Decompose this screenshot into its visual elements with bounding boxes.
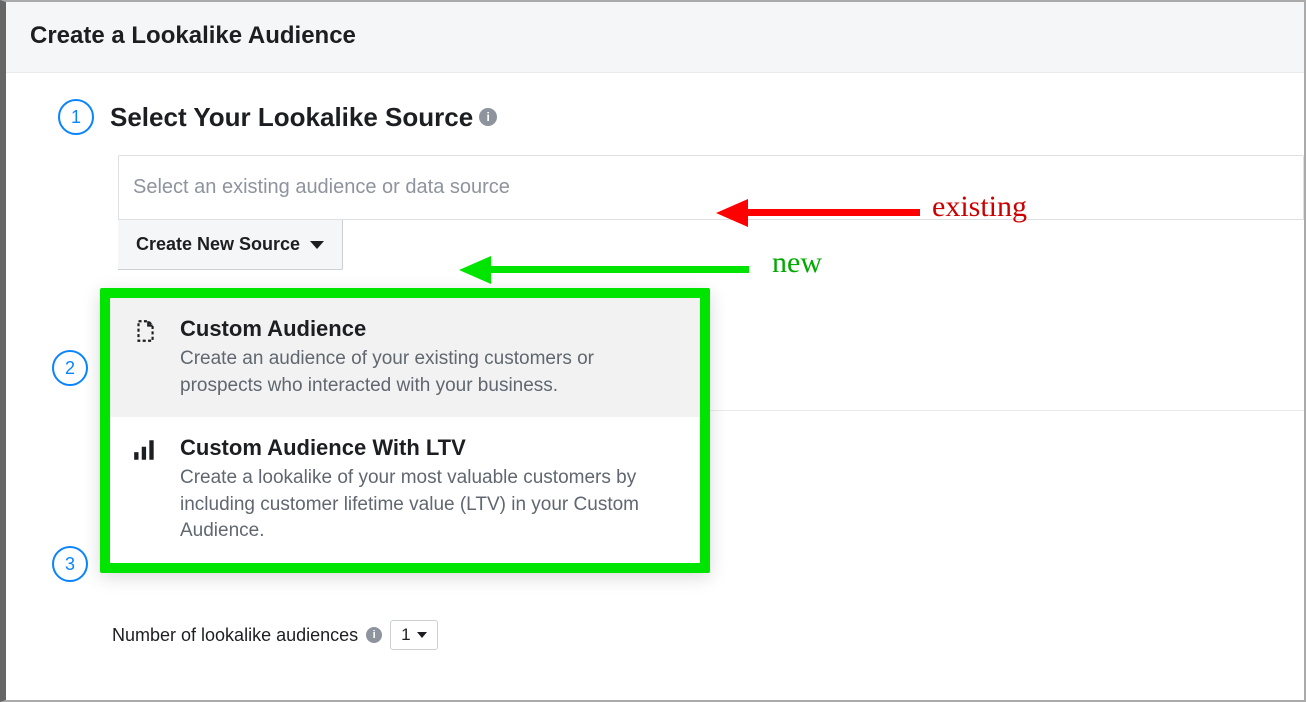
source-search-input[interactable]: [119, 156, 1303, 219]
step-2-number: 2: [52, 350, 88, 386]
num-audiences-value: 1: [401, 625, 410, 645]
step-2-number-container: 2: [52, 350, 88, 386]
dropdown-item-custom-audience-ltv[interactable]: Custom Audience With LTV Create a lookal…: [110, 417, 700, 563]
step-3-number-container: 3: [52, 546, 88, 582]
step-3-number: 3: [52, 546, 88, 582]
create-new-source-dropdown: Custom Audience Create an audience of yo…: [100, 288, 710, 573]
dropdown-item-desc: Create a lookalike of your most valuable…: [180, 465, 678, 545]
dropdown-item-custom-audience[interactable]: Custom Audience Create an audience of yo…: [110, 298, 700, 417]
annotation-label-new: new: [772, 246, 822, 280]
info-icon[interactable]: i: [366, 627, 382, 643]
chevron-down-icon: [417, 632, 427, 638]
dropdown-item-title: Custom Audience With LTV: [180, 435, 678, 461]
step-1-title: Select Your Lookalike Source i: [110, 102, 497, 133]
dropdown-item-title: Custom Audience: [180, 316, 678, 342]
source-select-container: [118, 155, 1304, 220]
num-audiences-label: Number of lookalike audiences: [112, 625, 358, 646]
file-icon: [132, 318, 160, 399]
step-1-title-text: Select Your Lookalike Source: [110, 102, 473, 133]
step-1-row: 1 Select Your Lookalike Source i: [58, 99, 1304, 135]
step-1-number: 1: [58, 99, 94, 135]
chevron-down-icon: [310, 241, 324, 249]
num-audiences-selector[interactable]: 1: [390, 620, 437, 650]
modal-header: Create a Lookalike Audience: [6, 2, 1304, 73]
create-new-source-label: Create New Source: [136, 234, 300, 255]
app-window: Create a Lookalike Audience 1 Select You…: [0, 0, 1306, 702]
info-icon[interactable]: i: [479, 108, 497, 126]
num-audiences-row: Number of lookalike audiences i 1: [112, 620, 438, 650]
bar-chart-icon: [132, 437, 160, 545]
dropdown-item-desc: Create an audience of your existing cust…: [180, 346, 678, 399]
modal-title: Create a Lookalike Audience: [30, 22, 1280, 50]
create-new-source-button[interactable]: Create New Source: [118, 220, 343, 270]
annotation-label-existing: existing: [932, 190, 1027, 224]
